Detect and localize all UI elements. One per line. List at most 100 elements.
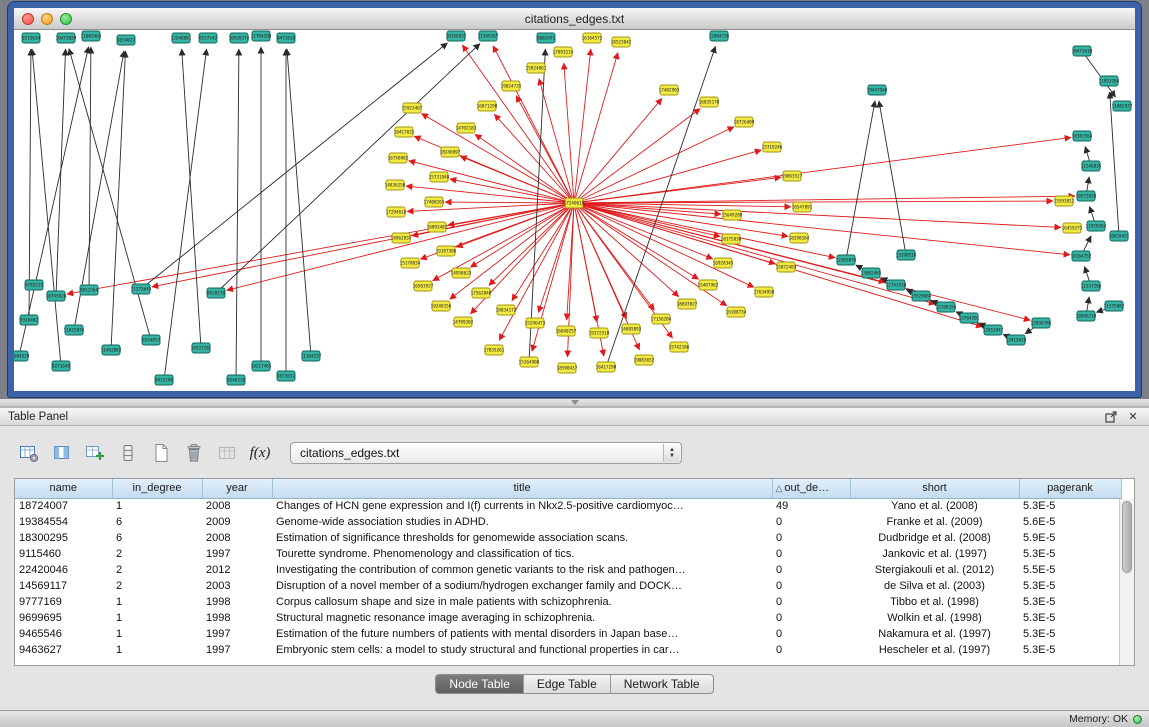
table-row[interactable]: 977716911998Corpus callosum shape and si… <box>15 594 1121 610</box>
network-node[interactable]: 15318246 <box>762 142 783 152</box>
column-header-in-degree[interactable]: in_degree <box>112 479 202 498</box>
network-node[interactable]: 16547891 <box>792 202 813 212</box>
network-node[interactable]: 10473829 <box>56 33 77 43</box>
network-node[interactable]: 18590437 <box>557 363 578 373</box>
network-node[interactable]: 11082465 <box>81 31 102 41</box>
network-edge[interactable] <box>141 43 447 289</box>
table-scrollbar-thumb[interactable] <box>1122 501 1132 573</box>
network-edge[interactable] <box>574 49 591 203</box>
network-node[interactable]: 10382564 <box>1072 131 1093 141</box>
network-edge[interactable] <box>445 202 574 203</box>
network-node[interactable]: 10217465 <box>251 361 272 371</box>
network-node[interactable]: 9157342 <box>199 33 218 43</box>
network-node[interactable]: 19248156 <box>431 301 452 311</box>
network-node[interactable]: 15264908 <box>519 357 540 367</box>
network-node[interactable]: 11246835 <box>1081 161 1102 171</box>
network-node[interactable]: 16750982 <box>388 153 409 163</box>
network-node[interactable]: 9316482 <box>20 315 39 325</box>
table-row[interactable]: 2242004622012Investigating the contribut… <box>15 562 1121 578</box>
network-node[interactable]: 12036785 <box>1031 318 1052 328</box>
show-columns-button[interactable] <box>47 439 77 467</box>
network-edge[interactable] <box>539 79 574 203</box>
network-node[interactable]: 10156932 <box>446 31 467 41</box>
table-row[interactable]: 946554611997Estimation of the future num… <box>15 626 1121 642</box>
network-node[interactable]: 11349267 <box>478 31 499 41</box>
network-node[interactable]: 15649208 <box>722 210 743 220</box>
minimize-window-button[interactable] <box>41 13 53 25</box>
network-node[interactable]: 13298514 <box>896 250 917 260</box>
network-node[interactable]: 18962035 <box>391 233 412 243</box>
network-node[interactable]: 10745928 <box>46 291 67 301</box>
network-node[interactable]: 18290164 <box>789 233 810 243</box>
network-node[interactable]: 10537291 <box>191 343 212 353</box>
network-node[interactable]: 18417025 <box>394 127 415 137</box>
column-header-pagerank[interactable]: pagerank <box>1019 479 1121 498</box>
network-node[interactable]: 16108734 <box>726 307 747 317</box>
network-edge[interactable] <box>574 53 618 203</box>
network-node[interactable]: 9783215 <box>25 280 44 290</box>
network-node[interactable]: 15407962 <box>698 280 719 290</box>
network-node[interactable]: 14702183 <box>456 123 477 133</box>
network-node[interactable]: 13082465 <box>861 268 882 278</box>
close-window-button[interactable] <box>22 13 34 25</box>
close-panel-icon[interactable]: ✕ <box>1125 409 1141 424</box>
network-edge[interactable] <box>879 101 906 255</box>
network-node[interactable]: 19447948 <box>867 85 888 95</box>
network-node[interactable]: 14709382 <box>453 317 474 327</box>
network-edge[interactable] <box>67 203 574 294</box>
network-edge[interactable] <box>564 63 574 203</box>
network-node[interactable]: 9682451 <box>537 33 556 43</box>
splitter-handle-icon[interactable] <box>571 400 579 405</box>
network-node[interactable]: 9164857 <box>142 335 161 345</box>
network-node[interactable]: 16093482 <box>427 222 448 232</box>
network-node[interactable]: 17482903 <box>659 85 680 95</box>
network-node[interactable]: 16417290 <box>596 362 617 372</box>
table-row[interactable]: 1830029562008Estimation of significance … <box>15 530 1121 546</box>
network-node[interactable]: 19372518 <box>589 328 610 338</box>
network-node[interactable]: 16459273 <box>1062 223 1083 233</box>
network-node[interactable]: 11853264 <box>1099 76 1120 86</box>
network-node[interactable]: 19063527 <box>782 171 803 181</box>
table-row[interactable]: 1872400712008Changes of HCN gene express… <box>15 498 1121 514</box>
network-edge[interactable] <box>56 49 66 296</box>
network-node[interactable]: 9546318 <box>227 375 246 385</box>
network-node[interactable]: 13415628 <box>1006 335 1027 345</box>
network-node[interactable]: 18693027 <box>677 299 698 309</box>
network-edge[interactable] <box>89 47 91 290</box>
float-panel-icon[interactable] <box>1103 409 1119 424</box>
network-node[interactable]: 17835261 <box>484 345 505 355</box>
row-options-button[interactable] <box>113 439 143 467</box>
network-edge[interactable] <box>846 101 875 260</box>
zoom-window-button[interactable] <box>60 13 72 25</box>
column-header-name[interactable]: name <box>15 479 112 498</box>
network-node[interactable]: 17294618 <box>386 207 407 217</box>
network-node[interactable]: 9473816 <box>277 33 296 43</box>
new-document-button[interactable] <box>146 439 176 467</box>
network-node[interactable]: 15872403 <box>776 262 797 272</box>
column-header-short[interactable]: short <box>850 479 1019 498</box>
table-row[interactable]: 911546021997Tourette syndrome. Phenomeno… <box>15 546 1121 562</box>
table-scrollbar[interactable] <box>1119 499 1134 665</box>
network-edge[interactable] <box>1082 51 1116 97</box>
network-node[interactable]: 18034172 <box>496 305 517 315</box>
network-node[interactable]: 9852364 <box>80 285 99 295</box>
network-node[interactable]: 14685093 <box>621 324 642 334</box>
network-node[interactable]: 10928374 <box>229 33 250 43</box>
combo-arrows-icon[interactable]: ▲ ▼ <box>663 444 680 462</box>
network-node[interactable]: 9873652 <box>277 371 296 381</box>
network-node[interactable]: 10946218 <box>1076 311 1097 321</box>
network-edge[interactable] <box>1110 92 1119 236</box>
network-node[interactable]: 18726409 <box>734 117 755 127</box>
network-node[interactable]: 11375082 <box>1104 301 1125 311</box>
network-node[interactable]: 12365874 <box>836 255 857 265</box>
network-edge[interactable] <box>287 49 311 356</box>
network-edge[interactable] <box>29 49 31 320</box>
network-node[interactable]: 14836250 <box>385 180 406 190</box>
delete-table-button[interactable] <box>179 439 209 467</box>
network-node[interactable]: 16871290 <box>477 101 498 111</box>
network-node[interactable]: 17408265 <box>424 197 445 207</box>
network-node[interactable]: 11928364 <box>1086 221 1107 231</box>
tab-node-table[interactable]: Node Table <box>436 675 524 693</box>
network-node[interactable]: 11462083 <box>101 345 122 355</box>
table-mode-button[interactable] <box>14 439 44 467</box>
